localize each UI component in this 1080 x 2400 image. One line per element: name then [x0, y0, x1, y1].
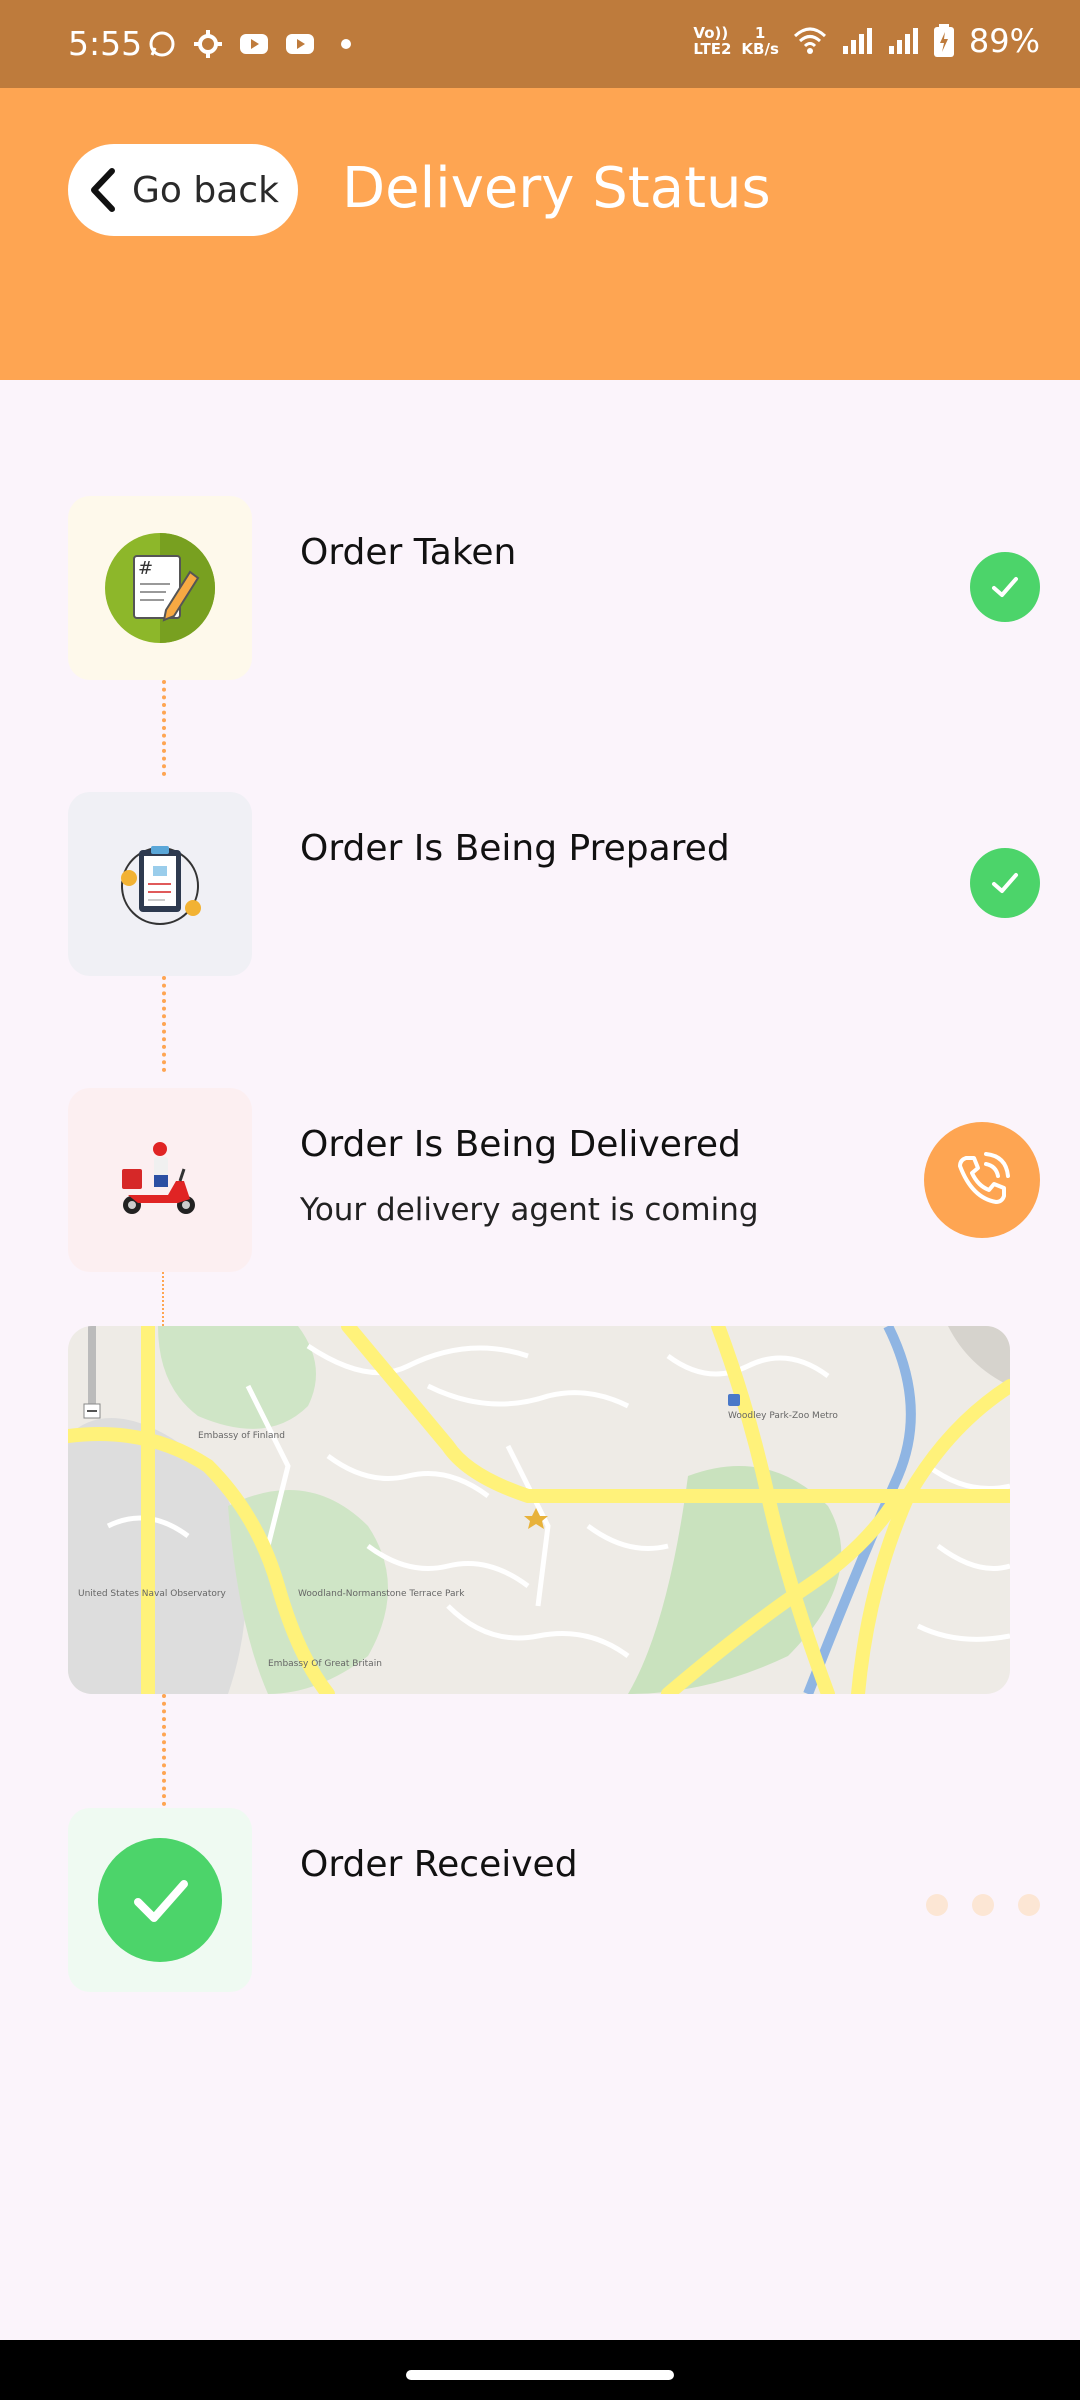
step-connector [162, 1272, 164, 1326]
network-speed-unit: KB/s [741, 40, 779, 58]
wifi-icon [793, 27, 826, 54]
step-tile [68, 792, 252, 976]
step-title: Order Is Being Prepared [300, 828, 730, 869]
call-agent-button[interactable] [924, 1122, 1040, 1238]
step-connector [162, 1694, 166, 1806]
metro-icon [728, 1394, 740, 1406]
scooter-icon [122, 1142, 195, 1214]
network-speed: 1 KB/s [741, 25, 778, 57]
check-circle-icon [98, 1838, 222, 1962]
volte-indicator: Vo)) LTE2 [693, 24, 732, 58]
step-connector [162, 976, 166, 1072]
step-order-delivering: Order Is Being Delivered Your delivery a… [68, 1088, 1080, 1272]
phone-icon [958, 1152, 1010, 1204]
home-gesture-bar[interactable] [406, 2370, 674, 2380]
step-title: Order Received [300, 1844, 578, 1885]
step-title: Order Taken [300, 532, 517, 573]
map-label: Woodland-Normanstone Terrace Park [298, 1589, 465, 1599]
step-order-taken: # Order Taken [68, 496, 1080, 680]
map-label: Embassy Of Great Britain [268, 1659, 382, 1669]
notepad-icon: # [105, 533, 215, 643]
check-icon [992, 873, 1018, 893]
pending-dot [1018, 1894, 1040, 1916]
map-view[interactable]: Embassy of Finland Woodley Park-Zoo Metr… [68, 1326, 1010, 1694]
check-icon [992, 577, 1018, 597]
page-title: Delivery Status [342, 156, 771, 221]
pending-dots [926, 1894, 1040, 1916]
pending-dot [926, 1894, 948, 1916]
gear-icon [194, 30, 222, 58]
status-time: 5:55 [68, 24, 143, 63]
battery-percent: 89% [968, 22, 1040, 60]
step-tile [68, 1808, 252, 1992]
step-order-prepared: Order Is Being Prepared [68, 792, 1080, 976]
clipboard-icon [121, 846, 201, 925]
step-title: Order Is Being Delivered [300, 1124, 741, 1165]
map-label: Embassy of Finland [198, 1431, 285, 1441]
chevron-left-icon [91, 168, 115, 212]
app-header: Go back Delivery Status [0, 88, 1080, 380]
notification-icons [146, 28, 362, 60]
youtube-icon [240, 34, 268, 54]
status-bar: 5:55 Vo)) LTE2 1 KB/s 89% [0, 0, 1080, 88]
step-connector [162, 680, 166, 776]
svg-text:#: # [138, 558, 153, 579]
done-check-badge [970, 552, 1040, 622]
step-tile [68, 1088, 252, 1272]
map-label: Woodley Park-Zoo Metro [728, 1411, 838, 1421]
map-label: United States Naval Observatory [78, 1589, 227, 1599]
step-order-received: Order Received [68, 1808, 1080, 1992]
step-tile: # [68, 496, 252, 680]
battery-icon [933, 24, 954, 57]
youtube-icon [286, 34, 314, 54]
go-back-label: Go back [132, 169, 279, 211]
done-check-badge [970, 848, 1040, 918]
dot-icon [341, 39, 351, 49]
delivery-map[interactable]: Embassy of Finland Woodley Park-Zoo Metr… [68, 1326, 1010, 1694]
go-back-button[interactable]: Go back [68, 144, 298, 236]
pending-dot [972, 1894, 994, 1916]
signal-icon [842, 28, 872, 54]
step-subtitle: Your delivery agent is coming [300, 1192, 759, 1228]
signal-icon [888, 28, 918, 54]
system-icons: Vo)) LTE2 1 KB/s 89% [693, 22, 1040, 60]
network-speed-value: 1 [754, 24, 766, 42]
whatsapp-icon [149, 31, 175, 57]
